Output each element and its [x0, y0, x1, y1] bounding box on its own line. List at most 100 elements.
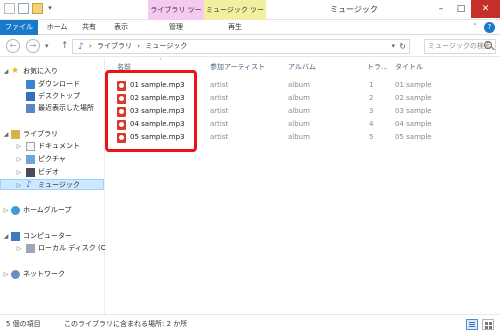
- nav-homegroup[interactable]: ▷ ホームグループ: [0, 205, 104, 216]
- file-artist: artist: [210, 120, 229, 128]
- forward-button[interactable]: →: [26, 39, 40, 53]
- search-placeholder: ミュージックの検索: [428, 42, 491, 50]
- file-album: album: [288, 107, 310, 115]
- column-header-title[interactable]: タイトル: [395, 62, 423, 72]
- status-location-count: このライブラリに含まれる場所: 2 か所: [64, 320, 188, 328]
- nav-item-label: ビデオ: [38, 168, 59, 176]
- navigation-pane: ◢ ★ お気に入り ダウンロード デスクトップ 最近表示した場所 ◢ ライブラリ…: [0, 58, 111, 314]
- maximize-button[interactable]: □: [451, 0, 471, 18]
- music-icon: ♪: [26, 180, 32, 190]
- customize-toolbar-icon[interactable]: ▾: [46, 3, 54, 14]
- file-title: 03 sample: [395, 107, 432, 115]
- nav-computer[interactable]: ◢ コンピューター: [0, 231, 104, 242]
- expand-ribbon-icon[interactable]: ˅: [470, 22, 480, 33]
- recent-locations-icon[interactable]: ▾: [45, 40, 49, 52]
- nav-libraries-label: ライブラリ: [23, 130, 58, 138]
- collapse-icon[interactable]: ◢: [3, 129, 9, 140]
- column-header-artist[interactable]: 参加アーティスト: [210, 62, 265, 72]
- nav-computer-label: コンピューター: [23, 232, 72, 240]
- nav-libraries[interactable]: ◢ ライブラリ: [0, 129, 104, 140]
- new-folder-icon[interactable]: [32, 3, 43, 14]
- library-icon: [11, 130, 20, 139]
- tab-file[interactable]: ファイル: [0, 20, 38, 35]
- window-title: ミュージック: [330, 5, 378, 14]
- file-title: 04 sample: [395, 120, 432, 128]
- documents-icon: [26, 142, 35, 151]
- file-album: album: [288, 120, 310, 128]
- breadcrumb-music[interactable]: ミュージック: [145, 42, 187, 50]
- nav-network[interactable]: ▷ ネットワーク: [0, 269, 104, 280]
- tab-home[interactable]: ホーム: [40, 20, 74, 35]
- status-bar: 5 個の項目 このライブラリに含まれる場所: 2 か所: [0, 314, 500, 334]
- address-row: ← → ▾ ↑ ♪ › ライブラリ › ミュージック ▾ ↻ ミュージックの検索: [0, 35, 500, 57]
- nav-item-label: ダウンロード: [38, 80, 80, 88]
- expand-icon[interactable]: ▷: [16, 167, 22, 178]
- nav-item-desktop[interactable]: デスクトップ: [0, 91, 104, 102]
- column-header-track[interactable]: トラ...: [367, 62, 388, 72]
- expand-icon[interactable]: ▷: [16, 180, 22, 191]
- nav-item-videos[interactable]: ▷ ビデオ: [0, 167, 104, 178]
- breadcrumb-separator[interactable]: ›: [89, 42, 92, 50]
- nav-network-label: ネットワーク: [23, 270, 65, 278]
- up-button[interactable]: ↑: [61, 40, 69, 52]
- ribbon-tab-row: ファイル ホーム 共有 表示 管理 再生 ˅ ?: [0, 20, 500, 35]
- nav-item-music[interactable]: ▷ ♪ ミュージック: [0, 179, 104, 190]
- nav-item-label: デスクトップ: [38, 92, 80, 100]
- properties-icon[interactable]: [18, 3, 29, 14]
- desktop-icon: [26, 92, 35, 101]
- title-bar: ▾ ライブラリ ツール ミュージック ツール ミュージック – □ ✕: [0, 0, 500, 34]
- music-icon: ♪: [78, 42, 84, 52]
- videos-icon: [26, 168, 35, 177]
- breadcrumb-separator[interactable]: ›: [137, 42, 140, 50]
- search-icon[interactable]: [484, 41, 492, 49]
- nav-item-recent-places[interactable]: 最近表示した場所: [0, 103, 104, 114]
- file-track: 3: [369, 107, 374, 115]
- address-dropdown-icon[interactable]: ▾: [391, 40, 395, 53]
- file-album: album: [288, 133, 310, 141]
- file-track: 1: [369, 81, 374, 89]
- refresh-icon[interactable]: ↻: [399, 40, 406, 53]
- app-icon[interactable]: [4, 3, 15, 14]
- quick-access-toolbar: ▾: [4, 3, 54, 14]
- tab-view[interactable]: 表示: [104, 20, 138, 35]
- collapse-icon[interactable]: ◢: [3, 66, 9, 77]
- large-icons-view-icon[interactable]: [482, 319, 494, 330]
- nav-item-documents[interactable]: ▷ ドキュメント: [0, 141, 104, 152]
- back-button[interactable]: ←: [6, 39, 20, 53]
- tab-play[interactable]: 再生: [212, 20, 258, 35]
- status-item-count: 5 個の項目: [6, 320, 41, 328]
- tab-share[interactable]: 共有: [74, 20, 104, 35]
- file-album: album: [288, 81, 310, 89]
- nav-item-pictures[interactable]: ▷ ピクチャ: [0, 154, 104, 165]
- nav-favorites[interactable]: ◢ ★ お気に入り: [0, 66, 104, 77]
- file-album: album: [288, 94, 310, 102]
- breadcrumb-libraries[interactable]: ライブラリ: [97, 42, 132, 50]
- context-tab-library-tools: ライブラリ ツール: [148, 0, 204, 34]
- file-title: 05 sample: [395, 133, 432, 141]
- details-view-icon[interactable]: [466, 319, 478, 330]
- help-icon[interactable]: ?: [484, 22, 495, 33]
- highlight-annotation: [105, 70, 197, 152]
- column-header-album[interactable]: アルバム: [288, 62, 316, 72]
- collapse-icon[interactable]: ◢: [3, 231, 9, 242]
- nav-item-downloads[interactable]: ダウンロード: [0, 79, 104, 90]
- close-button[interactable]: ✕: [471, 0, 500, 18]
- local-disk-icon: [26, 244, 35, 253]
- expand-icon[interactable]: ▷: [16, 141, 22, 152]
- expand-icon[interactable]: ▷: [16, 243, 22, 254]
- file-artist: artist: [210, 94, 229, 102]
- nav-item-local-disk[interactable]: ▷ ローカル ディスク (C:): [0, 243, 111, 254]
- expand-icon[interactable]: ▷: [3, 205, 9, 216]
- computer-icon: [11, 232, 20, 241]
- sort-ascending-icon: ˄: [159, 58, 162, 65]
- address-bar[interactable]: ♪ › ライブラリ › ミュージック ▾ ↻: [72, 39, 410, 54]
- recent-places-icon: [26, 104, 35, 113]
- expand-icon[interactable]: ▷: [16, 154, 22, 165]
- file-track: 2: [369, 94, 374, 102]
- star-icon: ★: [11, 66, 20, 76]
- nav-item-label: ローカル ディスク (C:): [38, 244, 111, 252]
- search-input[interactable]: ミュージックの検索: [424, 39, 496, 54]
- expand-icon[interactable]: ▷: [3, 269, 9, 280]
- tab-manage[interactable]: 管理: [156, 20, 196, 35]
- minimize-button[interactable]: –: [431, 0, 451, 18]
